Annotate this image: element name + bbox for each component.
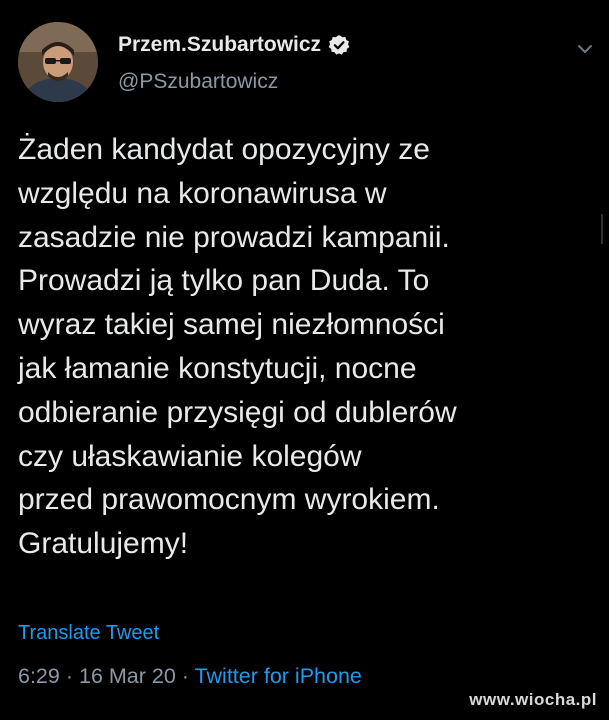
translate-tweet-link[interactable]: Translate Tweet <box>18 622 159 645</box>
name-row: Przem.Szubartowicz <box>118 33 350 57</box>
display-name[interactable]: Przem.Szubartowicz <box>118 33 321 57</box>
avatar[interactable] <box>18 22 98 102</box>
scrollbar-thumb[interactable] <box>601 214 603 244</box>
tweet-source-link[interactable]: Twitter for iPhone <box>195 664 362 688</box>
meta-separator: · <box>181 664 189 688</box>
avatar-photo-icon <box>18 22 98 102</box>
meta-separator: · <box>65 664 74 688</box>
watermark: www.wiocha.pl <box>469 690 597 709</box>
tweet-date[interactable]: 16 Mar 20 <box>79 664 176 688</box>
tweet-time[interactable]: 6:29 <box>18 664 60 688</box>
user-handle[interactable]: @PSzubartowicz <box>118 70 278 94</box>
tweet-text: Żaden kandydat opozycyjny ze względu na … <box>18 133 457 561</box>
tweet-meta: 6:29 · 16 Mar 20 · Twitter for iPhone <box>18 664 362 689</box>
tweet-header: Przem.Szubartowicz @PSzubartowicz <box>0 0 609 120</box>
chevron-down-icon[interactable] <box>576 40 594 58</box>
verified-badge-icon <box>328 34 350 56</box>
